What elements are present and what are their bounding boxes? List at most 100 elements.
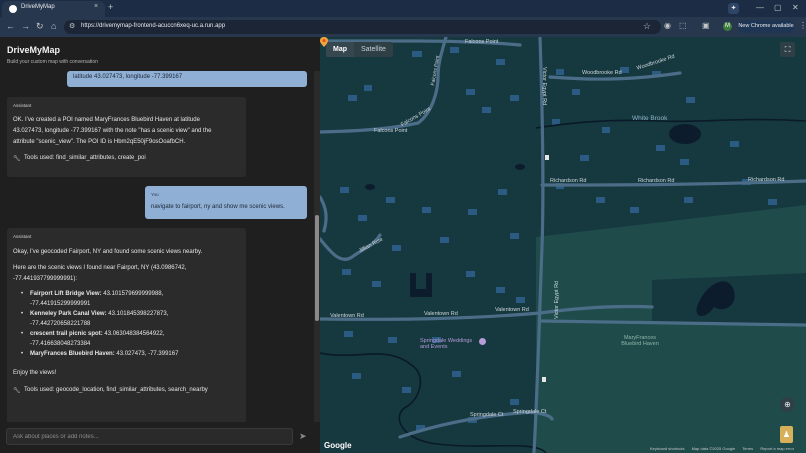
list-item-name: crescent trail picnic spot: [30, 331, 103, 337]
list-item: Fairport Lift Bridge View: 43.1015796999… [30, 291, 163, 297]
tab-title: DriveMyMap [21, 4, 55, 10]
puzzle-icon[interactable]: ⬚ [679, 21, 687, 30]
road-label: Springdale Ct [513, 409, 547, 415]
google-logo: Google [324, 441, 352, 450]
list-item: MaryFrances Bluebird Haven: 43.027473, -… [30, 351, 178, 357]
bookmark-star-icon[interactable]: ☆ [643, 21, 651, 32]
list-item-name: Fairport Lift Bridge View: [30, 291, 102, 297]
map-canvas [320, 37, 806, 453]
road-label: Springdale Ct [470, 412, 504, 418]
message-role: Assistant [13, 234, 32, 239]
road-label: Richardson Rd [550, 178, 587, 184]
app-subtitle: Build your custom map with conversation [7, 59, 98, 65]
map-data-text: Map data ©2025 Google [691, 446, 736, 451]
list-item-coords: -77.442720658221788 [30, 321, 91, 327]
list-item-coords: 43.063048384564922, [104, 331, 165, 337]
bullet: • [21, 351, 24, 357]
map-attribution: Keyboard shortcuts Map data ©2025 Google… [650, 446, 800, 451]
map[interactable]: Map Satellite ⛶ Falcons Point Falcons Po… [320, 37, 806, 453]
chat-input-box[interactable] [6, 428, 293, 445]
fullscreen-icon[interactable]: ⛶ [780, 42, 795, 57]
tools-used: Tools used: geocode_location, find_simil… [24, 387, 208, 393]
message-role: You [151, 192, 159, 197]
list-item-coords: 43.101579699999988, [103, 291, 164, 297]
close-window-icon[interactable]: ✕ [792, 2, 799, 13]
forward-icon[interactable]: → [21, 21, 30, 32]
chat-history[interactable]: latitude 43.027473, longitude -77.399167… [0, 71, 314, 422]
map-pin-icon[interactable] [320, 37, 328, 47]
more-icon[interactable]: ⋮ [799, 21, 806, 30]
message-line: 43.027473, longitude -77.399167 with the… [13, 128, 212, 134]
gemini-icon[interactable]: ✦ [728, 3, 739, 14]
bullet: • [21, 291, 24, 297]
chat-input[interactable] [13, 432, 283, 442]
road-label: Valentown Rd [330, 313, 364, 319]
user-message-text: latitude 43.027473, longitude -77.399167 [73, 74, 183, 80]
user-message: You navigate to fairport, ny and show me… [145, 186, 307, 219]
new-chrome-available-button[interactable]: New Chrome available [737, 20, 795, 33]
user-message-previous: latitude 43.027473, longitude -77.399167 [67, 71, 307, 87]
assistant-message: Assistant OK. I've created a POI named M… [7, 97, 246, 177]
locate-icon[interactable]: ⊕ [780, 397, 795, 412]
park-area [536, 205, 806, 453]
maximize-icon[interactable]: ▢ [774, 2, 782, 13]
report-error-link[interactable]: Report a map error [760, 446, 794, 451]
minimize-icon[interactable]: — [756, 2, 764, 13]
pegman-icon[interactable]: ♟ [780, 426, 793, 443]
favicon-icon [9, 5, 17, 13]
send-icon[interactable]: ➤ [299, 431, 307, 442]
bullet: • [21, 311, 24, 317]
assistant-message: Assistant Okay, I've geocoded Fairport, … [7, 228, 246, 422]
avatar[interactable]: M [723, 22, 732, 31]
road-label: Victor Egypt Rd [541, 67, 547, 106]
bullet: • [21, 331, 24, 337]
message-line: Here are the scenic views I found near F… [13, 265, 187, 271]
message-line: -77.441937799999991): [13, 276, 78, 282]
new-tab-button[interactable]: + [108, 2, 113, 13]
list-item-coords: -77.416638048273384 [30, 341, 91, 347]
reload-icon[interactable]: ↻ [36, 21, 44, 32]
home-icon[interactable]: ⌂ [51, 21, 56, 32]
list-item-coords: 43.027473, -77.399167 [116, 351, 179, 357]
list-item: Kenneley Park Canal View: 43.10184539822… [30, 311, 168, 317]
road-label: Falcons Point [465, 39, 499, 45]
message-line: Enjoy the views! [13, 370, 57, 376]
tools-used: Tools used: find_similar_attributes, cre… [24, 155, 146, 161]
terms-link[interactable]: Terms [742, 446, 753, 451]
list-item: crescent trail picnic spot: 43.063048384… [30, 331, 164, 337]
water-label: White Brook [632, 115, 668, 122]
road-label: Woodbrooke Rd [582, 70, 622, 76]
tab-close-icon[interactable]: × [94, 3, 98, 10]
poi-label[interactable]: Springdale Weddings and Events [420, 338, 478, 350]
tab-drivemymap[interactable]: DriveMyMap × [2, 1, 105, 17]
list-item-name: Kenneley Park Canal View: [30, 311, 107, 317]
road-label: Valentown Rd [424, 311, 458, 317]
chat-panel: DriveMyMap Build your custom map with co… [0, 37, 320, 453]
message-role: Assistant [13, 103, 32, 108]
keyboard-shortcuts-link[interactable]: Keyboard shortcuts [650, 446, 684, 451]
map-type-satellite[interactable]: Satellite [354, 42, 393, 57]
side-panel-icon[interactable]: ▣ [702, 21, 710, 30]
map-type-map[interactable]: Map [326, 42, 354, 57]
user-message-text: navigate to fairport, ny and show me sce… [151, 204, 285, 210]
wrench-icon: 🔧︎ [13, 156, 21, 162]
back-icon[interactable]: ← [6, 21, 15, 32]
url-text: https://drivemymap-frontend-acuccn6xeq-u… [81, 23, 226, 29]
message-line: OK. I've created a POI named MaryFrances… [13, 117, 200, 123]
address-bar[interactable]: ⚙ https://drivemymap-frontend-acuccn6xeq… [64, 20, 661, 34]
road-label: Valentown Rd [495, 307, 529, 313]
wedding-venue-icon[interactable] [479, 338, 486, 345]
list-item-coords: -77.441915299999991 [30, 301, 91, 307]
tab-strip: DriveMyMap × + ✦ — ▢ ✕ [0, 0, 806, 17]
message-line: attribute "scenic_view". The POI ID is H… [13, 139, 186, 145]
road-label: Richardson Rd [638, 178, 675, 184]
road-label: Victor Egypt Rd [554, 280, 560, 319]
extension-circle-icon[interactable]: ◉ [664, 21, 671, 30]
map-type-toggle: Map Satellite [326, 42, 393, 57]
list-item-name: MaryFrances Bluebird Haven: [30, 351, 115, 357]
park-label[interactable]: MaryFrances Bluebird Haven [616, 335, 664, 347]
browser-toolbar: ← → ↻ ⌂ ⚙ https://drivemymap-frontend-ac… [0, 17, 806, 37]
chat-scrollbar-thumb[interactable] [315, 215, 319, 321]
site-info-icon[interactable]: ⚙ [69, 22, 75, 30]
road-label: Falcons Point [374, 128, 408, 134]
